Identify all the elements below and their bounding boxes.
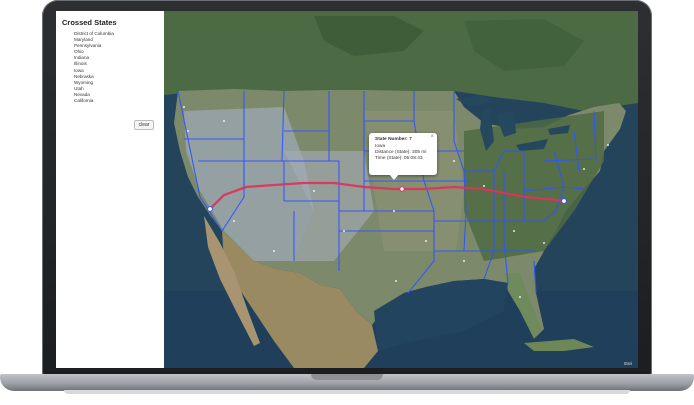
state-list-item[interactable]: California — [74, 98, 114, 104]
popup-pointer — [389, 174, 399, 180]
popup-title: State Number: 7 — [375, 137, 412, 142]
satellite-map — [164, 11, 638, 368]
close-icon[interactable]: × — [430, 134, 434, 140]
laptop-notch — [311, 374, 383, 380]
sidebar: Crossed States District of Columbia Mary… — [56, 11, 165, 368]
map-attribution: Esri — [624, 361, 632, 366]
clear-button[interactable]: clear — [134, 120, 154, 130]
laptop-foot — [64, 390, 630, 394]
crossed-states-list: District of Columbia Maryland Pennsylvan… — [74, 31, 114, 104]
app-screen: Crossed States District of Columbia Mary… — [56, 11, 638, 368]
state-info-popup: × State Number: 7 Iowa Distance (State):… — [369, 133, 437, 175]
popup-time: Time (State): 05:08:43 — [375, 156, 423, 161]
map-view[interactable]: × State Number: 7 Iowa Distance (State):… — [164, 11, 638, 368]
sidebar-title: Crossed States — [62, 18, 117, 27]
